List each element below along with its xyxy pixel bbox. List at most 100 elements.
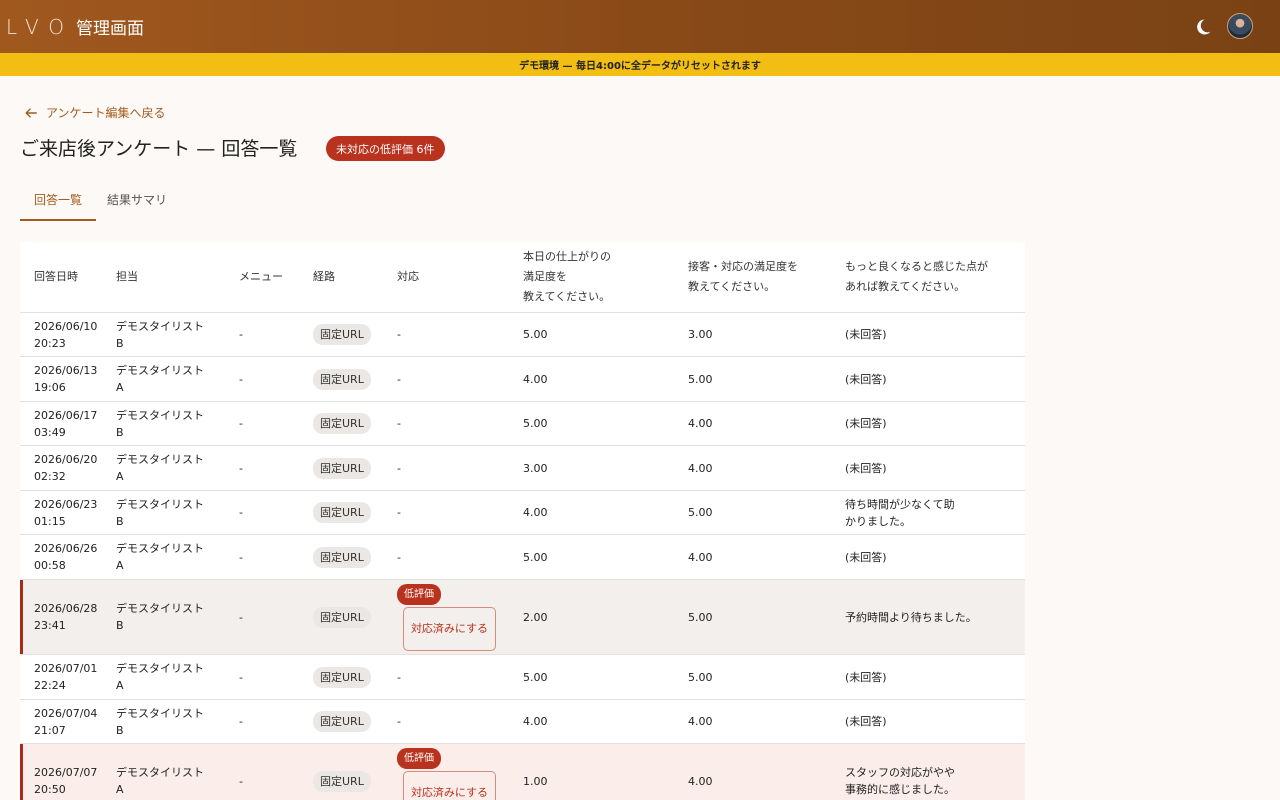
date-cell-line2: 23:41 [34,619,66,632]
q2-cell: 4.00 [688,774,713,788]
header-q3-line: あれば教えてください。 [845,280,966,293]
q3-text: (未回答) [845,670,887,684]
route-chip: 固定URL [313,546,371,568]
date-cell-line2: 20:23 [34,336,66,350]
route-chip: 固定URL [313,413,371,434]
tab-responses[interactable]: 回答一覧 [20,184,97,221]
q2-cell: 5.00 [688,670,713,684]
staff-cell: デモスタイリスト B [116,402,239,445]
staff-cell-line1: デモスタイリスト [116,319,204,333]
header-staff[interactable]: 担当 [116,242,239,312]
table-row[interactable]: 2026/06/23 01:15 デモスタイリスト B - 固定URL - 4.00 5.00 待… [20,491,1025,535]
menu-cell: - [239,372,243,386]
header-q1[interactable]: 本日の仕上がりの 満足度を 教えてください。 [523,242,688,312]
date-cell-line1: 2026/07/07 [34,766,98,779]
q2-cell: 4.00 [688,715,713,728]
table-row[interactable]: 2026/06/20 02:32 デモスタイリスト A - 固定URL - 3.00 4.00 (… [20,446,1025,491]
q3-cell: (未回答) [845,402,1025,445]
route-chip: 固定URL [313,502,371,523]
q1-cell: 2.00 [523,610,548,624]
staff-cell-line1: デモスタイリスト [116,453,204,466]
date-cell: 2026/06/23 01:15 [20,491,116,534]
logo[interactable]: LVO [6,15,74,39]
demo-banner: デモ環境 — 毎日4:00に全データがリセットされます [0,53,1280,76]
date-cell: 2026/07/04 21:07 [20,700,116,743]
q3-text: (未回答) [845,461,887,475]
user-avatar[interactable] [1227,13,1253,39]
back-link[interactable]: アンケート編集へ戻る [24,104,166,121]
table-row[interactable]: 2026/06/13 19:06 デモスタイリスト A - 固定URL - 4.00 5.00 (… [20,357,1025,402]
header-q1-line: 本日の仕上がりの [523,250,611,263]
header-route[interactable]: 経路 [313,242,397,312]
page-title: ご来店後アンケート — 回答一覧 [20,138,298,160]
date-cell-line1: 2026/06/20 [34,453,98,466]
header-q2-line: 教えてください。 [688,280,776,293]
q1-cell: 5.00 [523,417,548,430]
q1-cell: 4.00 [523,715,548,728]
date-cell: 2026/06/10 20:23 [20,313,116,356]
table-row[interactable]: 2026/07/04 21:07 デモスタイリスト B - 固定URL - 4.00 4.00 (… [20,700,1025,744]
staff-cell-line2: B [116,336,124,350]
q3-text: 待ち時間が少なくて助かりました。 [845,497,955,528]
route-chip: 固定URL [313,368,371,390]
response-cell: - [397,417,401,430]
header-q3[interactable]: もっと良くなると感じた点が あれば教えてください。 [845,242,1025,312]
q2-cell: 4.00 [688,461,713,475]
date-cell-line2: 02:32 [34,470,66,483]
date-cell-line2: 00:58 [34,559,66,572]
response-cell: - [397,506,401,519]
table-row[interactable]: 2026/06/26 00:58 デモスタイリスト A - 固定URL - 5.00 4.00 (… [20,535,1025,580]
header-response[interactable]: 対応 [397,242,523,312]
header-q2[interactable]: 接客・対応の満足度を 教えてください。 [688,242,845,312]
app-bar: LVO 管理画面 [0,0,1280,53]
q1-cell: 1.00 [523,774,548,788]
header-q1-line: 教えてください。 [523,290,611,303]
q2-cell: 4.00 [688,550,713,564]
table-row[interactable]: 2026/06/28 23:41 デモスタイリスト B - 固定URL 低評価 対応済みにする… [20,580,1025,655]
date-cell-line2: 22:24 [34,679,66,692]
menu-cell: - [239,550,243,564]
date-cell: 2026/06/20 02:32 [20,446,116,490]
q3-text: (未回答) [845,417,887,430]
staff-cell-line1: デモスタイリスト [116,766,204,779]
staff-cell: デモスタイリスト B [116,580,239,654]
table-row[interactable]: 2026/07/01 22:24 デモスタイリスト A - 固定URL - 5.00 5.00 (… [20,655,1025,700]
date-cell: 2026/06/13 19:06 [20,357,116,401]
response-cell: 低評価 対応済みにする [397,744,523,800]
menu-cell: - [239,610,243,624]
tab-summary[interactable]: 結果サマリ [93,184,181,221]
date-cell: 2026/06/28 23:41 [20,580,116,654]
dark-mode-icon[interactable] [1193,17,1213,37]
header-menu[interactable]: メニュー [239,242,313,312]
date-cell-line1: 2026/06/10 [34,319,98,333]
q1-cell: 5.00 [523,328,548,341]
menu-cell: - [239,417,243,430]
mark-resolved-button[interactable]: 対応済みにする [403,770,496,800]
q3-cell: (未回答) [845,655,1025,699]
date-cell: 2026/07/01 22:24 [20,655,116,699]
route-chip: 固定URL [313,457,371,479]
table-row[interactable]: 2026/07/07 20:50 デモスタイリスト A - 固定URL 低評価 対応済みにする… [20,744,1025,800]
staff-cell-line2: B [116,723,124,737]
date-cell-line1: 2026/07/04 [34,706,98,720]
staff-cell-line2: A [116,559,124,572]
date-cell-line1: 2026/06/23 [34,497,98,511]
date-cell-line2: 03:49 [34,425,66,439]
staff-cell-line2: A [116,381,124,394]
route-cell: 固定URL [313,700,397,743]
staff-cell: デモスタイリスト A [116,744,239,800]
q2-cell: 5.00 [688,372,713,386]
q1-cell: 5.00 [523,670,548,684]
header-date[interactable]: 回答日時 [20,242,116,312]
q2-cell: 3.00 [688,328,713,341]
q3-text: (未回答) [845,372,887,386]
response-cell: - [397,372,401,386]
q3-cell: (未回答) [845,446,1025,490]
menu-cell: - [239,461,243,475]
mark-resolved-button[interactable]: 対応済みにする [403,606,496,651]
table-row[interactable]: 2026/06/17 03:49 デモスタイリスト B - 固定URL - 5.00 4.00 (… [20,402,1025,446]
q3-cell: (未回答) [845,313,1025,356]
low-rating-badge: 低評価 [397,747,441,769]
table-row[interactable]: 2026/06/10 20:23 デモスタイリスト B - 固定URL - 5.00 3.00 (… [20,313,1025,357]
q3-text: (未回答) [845,328,887,341]
